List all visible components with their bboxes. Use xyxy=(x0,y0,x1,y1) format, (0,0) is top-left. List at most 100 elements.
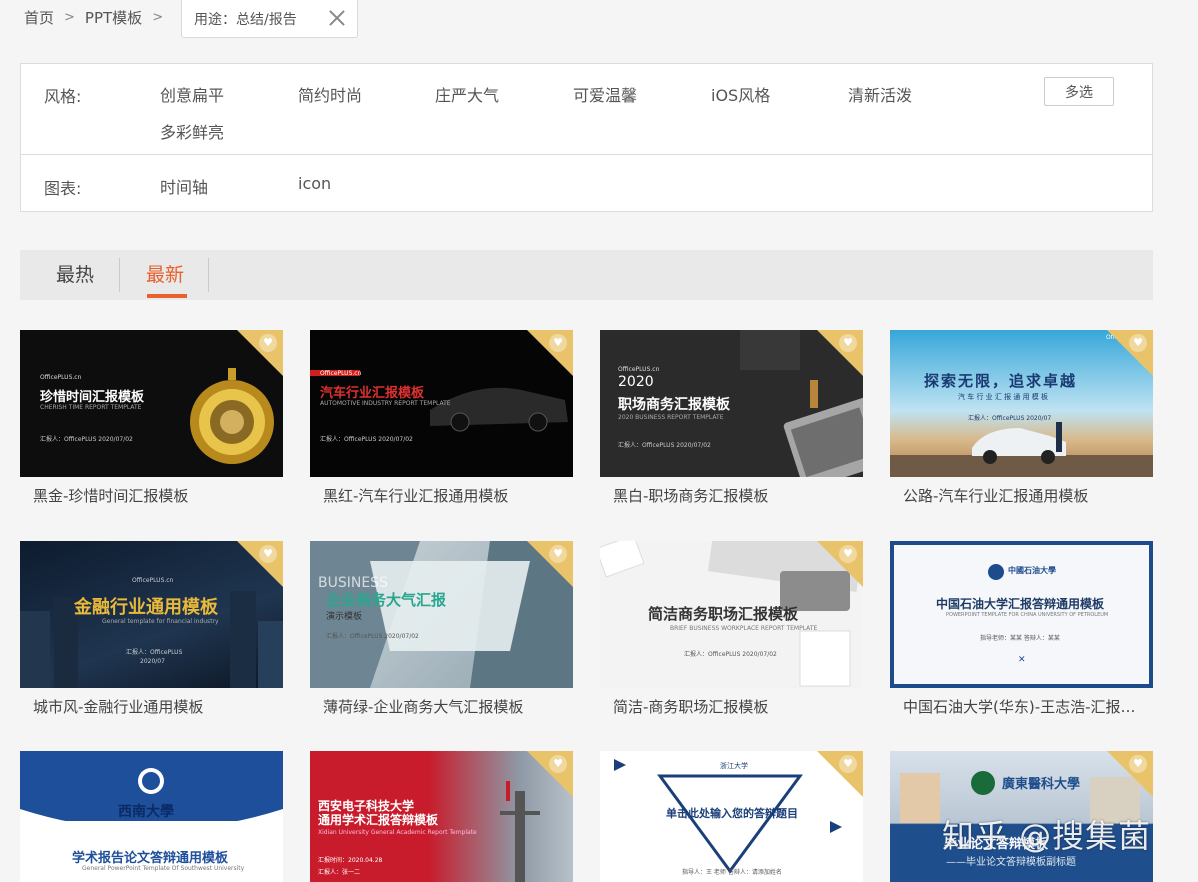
thumb-meta: 指导人：王 老师 答辩人：请添加姓名 xyxy=(682,869,782,876)
brand-label: OfficePLUS.cn xyxy=(618,366,660,373)
template-title[interactable]: 城市风-金融行业通用模板 xyxy=(20,696,278,717)
breadcrumb-separator: > xyxy=(64,9,75,25)
thumb-title: 单击此处输入您的答辩题目 xyxy=(666,807,798,820)
thumb-subtitle: POWERPOINT TEMPLATE FOR CHINA UNIVERSITY… xyxy=(946,612,1109,618)
filter-option[interactable]: 简约时尚 xyxy=(298,82,362,106)
template-card[interactable]: BUSINESS 企业商务大气汇报 演示模板 汇报人：OfficePLUS 20… xyxy=(310,541,573,717)
template-card[interactable]: 简洁商务职场汇报模板 BRIEF BUSINESS WORKPLACE REPO… xyxy=(600,541,863,717)
thumb-title: 通用学术汇报答辩模板 xyxy=(318,813,439,827)
thumb-subtitle: 汽 车 行 业 汇 报 通 用 模 板 xyxy=(958,393,1049,401)
template-card[interactable]: OfficePLUS.cn 珍惜时间汇报模板 CHERISH TIME REPO… xyxy=(20,330,283,506)
breadcrumb-home[interactable]: 首页 xyxy=(24,7,54,28)
thumb-meta: 汇报人：OfficePLUS xyxy=(126,649,183,656)
template-thumbnail[interactable]: OfficePLUS 探索无限，追求卓越 汽 车 行 业 汇 报 通 用 模 板… xyxy=(890,330,1153,477)
active-filter-label: 用途：总结/报告 xyxy=(194,11,297,28)
thumb-subtitle: AUTOMOTIVE INDUSTRY REPORT TEMPLATE xyxy=(320,400,451,407)
filter-row-chart: 图表: 时间轴 icon xyxy=(21,156,1152,212)
filter-option[interactable]: 清新活泼 xyxy=(848,82,912,106)
filter-option[interactable]: iOS风格 xyxy=(711,82,770,106)
vip-icon: ♥ xyxy=(1129,755,1147,773)
breadcrumb-separator: > xyxy=(152,9,164,25)
close-icon[interactable] xyxy=(327,8,347,28)
filter-option[interactable]: 时间轴 xyxy=(160,174,208,198)
filter-panel: 风格: 创意扁平 简约时尚 庄严大气 可爱温馨 iOS风格 清新活泼 多彩鲜亮 … xyxy=(20,63,1153,212)
template-title[interactable]: 中国石油大学(华东)-王志浩-汇报答辩通用模板 xyxy=(890,696,1148,717)
template-card[interactable]: 西南大學 学术报告论文答辩通用模板 General PowerPoint Tem… xyxy=(20,751,283,882)
thumb-meta: 汇报时间：2020.04.28 xyxy=(318,857,383,864)
template-card[interactable]: OfficePLUS.cn 汽车行业汇报模板 AUTOMOTIVE INDUST… xyxy=(310,330,573,506)
template-thumbnail[interactable]: 西南大學 学术报告论文答辩通用模板 General PowerPoint Tem… xyxy=(20,751,283,882)
multi-select-button[interactable]: 多选 xyxy=(1044,77,1114,106)
tab-active-indicator xyxy=(147,294,187,298)
thumb-meta: 汇报人：OfficePLUS 2020/07/02 xyxy=(326,633,419,640)
thumb-title: 金融行业通用模板 xyxy=(74,597,218,618)
template-thumbnail[interactable]: 西安电子科技大学 通用学术汇报答辩模板 Xidian University Ge… xyxy=(310,751,573,882)
university-logo-text: 浙江大学 xyxy=(720,762,748,770)
thumb-title: 职场商务汇报模板 xyxy=(618,397,730,413)
template-thumbnail[interactable]: 浙江大学 单击此处输入您的答辩题目 指导人：王 老师 答辩人：请添加姓名 ♥ xyxy=(600,751,863,882)
university-logo-text: 西南大學 xyxy=(118,804,174,820)
filter-option[interactable]: 可爱温馨 xyxy=(573,82,637,106)
template-thumbnail[interactable]: OfficePLUS.cn 汽车行业汇报模板 AUTOMOTIVE INDUST… xyxy=(310,330,573,477)
filter-option[interactable]: 创意扁平 xyxy=(160,82,224,106)
template-thumbnail[interactable]: 中國石油大學 中国石油大学汇报答辩通用模板 POWERPOINT TEMPLAT… xyxy=(890,541,1153,688)
sort-tabs: 最热 最新 xyxy=(20,250,1153,300)
filter-row-style: 风格: 创意扁平 简约时尚 庄严大气 可爱温馨 iOS风格 清新活泼 多彩鲜亮 … xyxy=(21,64,1152,155)
template-thumbnail[interactable]: OfficePLUS.cn 珍惜时间汇报模板 CHERISH TIME REPO… xyxy=(20,330,283,477)
vip-icon: ♥ xyxy=(839,755,857,773)
vip-icon: ♥ xyxy=(259,334,277,352)
template-title[interactable]: 黑白-职场商务汇报模板 xyxy=(600,485,858,506)
template-card[interactable]: OfficePLUS.cn 金融行业通用模板 General template … xyxy=(20,541,283,717)
filter-label-style: 风格: xyxy=(44,87,82,106)
template-thumbnail[interactable]: 简洁商务职场汇报模板 BRIEF BUSINESS WORKPLACE REPO… xyxy=(600,541,863,688)
filter-option[interactable]: 庄严大气 xyxy=(435,82,499,106)
breadcrumb: 首页 > PPT模板 > xyxy=(24,6,173,28)
template-title[interactable]: 薄荷绿-企业商务大气汇报模板 xyxy=(310,696,568,717)
template-card[interactable]: 中國石油大學 中国石油大学汇报答辩通用模板 POWERPOINT TEMPLAT… xyxy=(890,541,1153,717)
vip-icon: ♥ xyxy=(549,755,567,773)
filter-option[interactable]: 多彩鲜亮 xyxy=(160,119,224,143)
thumb-meta: 汇报人：OfficePLUS 2020/07 xyxy=(968,415,1052,422)
thumb-title: 企业商务大气汇报 xyxy=(326,591,447,609)
template-card[interactable]: OfficePLUS 探索无限，追求卓越 汽 车 行 业 汇 报 通 用 模 板… xyxy=(890,330,1153,506)
vip-icon: ♥ xyxy=(549,545,567,563)
brand-label: OfficePLUS.cn xyxy=(132,577,174,584)
close-icon: ✕ xyxy=(1018,655,1026,665)
thumb-year: 2020 xyxy=(618,374,654,390)
thumb-subtitle: CHERISH TIME REPORT TEMPLATE xyxy=(40,404,142,411)
thumb-meta: 汇报人：张一二 xyxy=(318,869,361,876)
thumb-subtitle: General template for financial industry xyxy=(102,618,219,625)
thumb-subtitle: Xidian University General Academic Repor… xyxy=(318,829,477,836)
thumb-subtitle: 2020 BUSINESS REPORT TEMPLATE xyxy=(618,414,724,421)
filter-option[interactable]: icon xyxy=(298,174,331,193)
template-thumbnail[interactable]: OfficePLUS.cn 2020 职场商务汇报模板 2020 BUSINES… xyxy=(600,330,863,477)
site-watermark: 知乎 @搜集菌 xyxy=(942,817,1152,855)
template-card[interactable]: 西安电子科技大学 通用学术汇报答辩模板 Xidian University Ge… xyxy=(310,751,573,882)
thumb-title: 汽车行业汇报模板 xyxy=(320,386,425,401)
breadcrumb-ppt-templates[interactable]: PPT模板 xyxy=(85,7,142,28)
university-logo-text: 廣東醫科大學 xyxy=(1002,777,1081,792)
filter-label-chart: 图表: xyxy=(44,179,82,198)
university-logo-text: 中國石油大學 xyxy=(1008,566,1056,575)
thumb-date: 2020/07 xyxy=(140,658,165,665)
template-card[interactable]: OfficePLUS.cn 2020 职场商务汇报模板 2020 BUSINES… xyxy=(600,330,863,506)
thumb-meta: 指导老师：某某 答辩人：某某 xyxy=(980,635,1060,642)
template-title[interactable]: 简洁-商务职场汇报模板 xyxy=(600,696,858,717)
vip-icon: ♥ xyxy=(549,334,567,352)
template-title[interactable]: 黑金-珍惜时间汇报模板 xyxy=(20,485,278,506)
tab-hot[interactable]: 最热 xyxy=(56,260,94,287)
thumb-subtitle: BRIEF BUSINESS WORKPLACE REPORT TEMPLATE xyxy=(670,625,818,632)
template-title[interactable]: 公路-汽车行业汇报通用模板 xyxy=(890,485,1148,506)
thumb-title: 中国石油大学汇报答辩通用模板 xyxy=(936,597,1105,611)
thumb-meta: 汇报人：OfficePLUS 2020/07/02 xyxy=(684,651,777,658)
template-title[interactable]: 黑红-汽车行业汇报通用模板 xyxy=(310,485,568,506)
tab-new[interactable]: 最新 xyxy=(146,260,184,287)
tab-divider xyxy=(208,258,209,292)
vip-icon: ♥ xyxy=(839,334,857,352)
template-thumbnail[interactable]: OfficePLUS.cn 金融行业通用模板 General template … xyxy=(20,541,283,688)
template-thumbnail[interactable]: BUSINESS 企业商务大气汇报 演示模板 汇报人：OfficePLUS 20… xyxy=(310,541,573,688)
thumb-title: 珍惜时间汇报模板 xyxy=(40,390,145,405)
template-card[interactable]: 浙江大学 单击此处输入您的答辩题目 指导人：王 老师 答辩人：请添加姓名 ♥ xyxy=(600,751,863,882)
active-filter-chip: 用途：总结/报告 xyxy=(181,0,358,38)
tab-divider xyxy=(119,258,120,292)
